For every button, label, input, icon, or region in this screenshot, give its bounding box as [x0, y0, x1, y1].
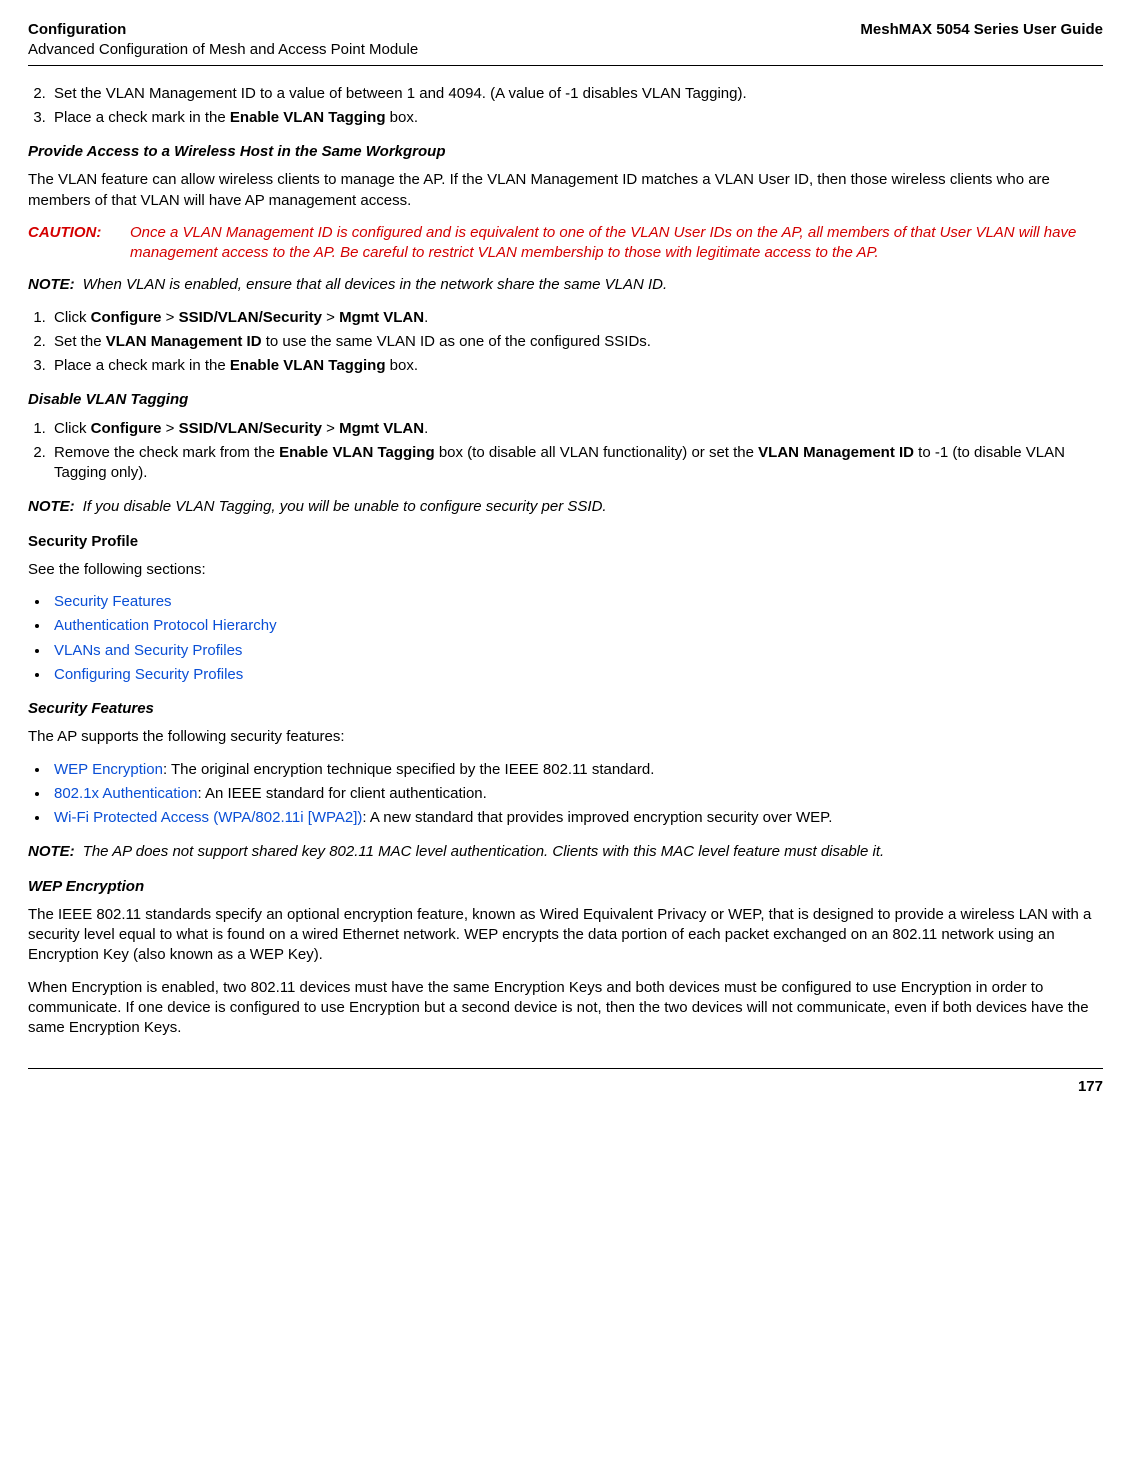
security-features-heading: Security Features — [28, 699, 1103, 719]
note-1-label: NOTE: — [28, 275, 75, 295]
wep-para-2: When Encryption is enabled, two 802.11 d… — [28, 978, 1103, 1039]
list2-item3-pre: Place a check mark in the — [54, 357, 230, 374]
numbered-list-1: Set the VLAN Management ID to a value of… — [28, 84, 1103, 129]
page-footer: 177 — [28, 1068, 1103, 1097]
header-left: Configuration Advanced Configuration of … — [28, 20, 418, 61]
wep-encryption-heading: WEP Encryption — [28, 877, 1103, 897]
note-1: NOTE: When VLAN is enabled, ensure that … — [28, 275, 1103, 295]
list3-item2-b2: VLAN Management ID — [758, 444, 914, 461]
list2-item1: Click Configure > SSID/VLAN/Security > M… — [50, 308, 1103, 328]
note-3-label: NOTE: — [28, 842, 75, 862]
caution-label: CAUTION: — [28, 223, 120, 264]
link-item-2: Authentication Protocol Hierarchy — [50, 616, 1103, 636]
link-item-1: Security Features — [50, 592, 1103, 612]
feature-8021x: 802.1x Authentication: An IEEE standard … — [50, 784, 1103, 804]
list2-item2: Set the VLAN Management ID to use the sa… — [50, 332, 1103, 352]
security-profile-heading: Security Profile — [28, 532, 1103, 552]
list3-item1-b2: SSID/VLAN/Security — [179, 420, 322, 437]
link-vlans-profiles[interactable]: VLANs and Security Profiles — [54, 642, 242, 659]
numbered-list-3: Click Configure > SSID/VLAN/Security > M… — [28, 419, 1103, 484]
list3-item2: Remove the check mark from the Enable VL… — [50, 443, 1103, 484]
list2-item2-post: to use the same VLAN ID as one of the co… — [262, 333, 651, 350]
list3-item2-mid: box (to disable all VLAN functionality) … — [435, 444, 759, 461]
list2-item1-pre: Click — [54, 309, 91, 326]
list1-item2: Set the VLAN Management ID to a value of… — [50, 84, 1103, 104]
list3-item1-sep1: > — [162, 420, 179, 437]
link-security-features[interactable]: Security Features — [54, 593, 172, 610]
list3-item1-b3: Mgmt VLAN — [339, 420, 424, 437]
list2-item1-sep1: > — [162, 309, 179, 326]
note-2-label: NOTE: — [28, 497, 75, 517]
header-right: MeshMAX 5054 Series User Guide — [860, 20, 1103, 40]
list2-item3: Place a check mark in the Enable VLAN Ta… — [50, 356, 1103, 376]
list3-item2-pre: Remove the check mark from the — [54, 444, 279, 461]
list2-item1-b2: SSID/VLAN/Security — [179, 309, 322, 326]
feature-wpa: Wi-Fi Protected Access (WPA/802.11i [WPA… — [50, 808, 1103, 828]
list3-item1-sep2: > — [322, 420, 339, 437]
link-list: Security Features Authentication Protoco… — [28, 592, 1103, 685]
list2-item1-sep2: > — [322, 309, 339, 326]
list2-item2-pre: Set the — [54, 333, 106, 350]
list1-item3-pre: Place a check mark in the — [54, 109, 230, 126]
feature-8021x-rest: : An IEEE standard for client authentica… — [197, 785, 486, 802]
list1-item3-post: box. — [385, 109, 418, 126]
link-wep-encryption[interactable]: WEP Encryption — [54, 761, 163, 778]
page-header: Configuration Advanced Configuration of … — [28, 20, 1103, 66]
link-wpa[interactable]: Wi-Fi Protected Access (WPA/802.11i [WPA… — [54, 809, 362, 826]
caution-body: Once a VLAN Management ID is configured … — [130, 223, 1103, 264]
security-profile-intro: See the following sections: — [28, 560, 1103, 580]
feature-wep-rest: : The original encryption technique spec… — [163, 761, 654, 778]
list2-item1-post: . — [424, 309, 428, 326]
note-2-body: If you disable VLAN Tagging, you will be… — [83, 497, 1103, 517]
list3-item1: Click Configure > SSID/VLAN/Security > M… — [50, 419, 1103, 439]
page-number: 177 — [1078, 1078, 1103, 1095]
list1-item2-text: Set the VLAN Management ID to a value of… — [54, 85, 747, 102]
header-left-line1: Configuration — [28, 20, 418, 40]
list2-item1-b1: Configure — [91, 309, 162, 326]
list1-item3: Place a check mark in the Enable VLAN Ta… — [50, 108, 1103, 128]
list2-item3-b: Enable VLAN Tagging — [230, 357, 386, 374]
list1-item3-bold: Enable VLAN Tagging — [230, 109, 386, 126]
list3-item2-b1: Enable VLAN Tagging — [279, 444, 435, 461]
list2-item2-b: VLAN Management ID — [106, 333, 262, 350]
provide-access-heading: Provide Access to a Wireless Host in the… — [28, 142, 1103, 162]
link-config-profiles[interactable]: Configuring Security Profiles — [54, 666, 243, 683]
note-3-body: The AP does not support shared key 802.1… — [83, 842, 1103, 862]
feature-wpa-rest: : A new standard that provides improved … — [362, 809, 832, 826]
features-list: WEP Encryption: The original encryption … — [28, 760, 1103, 829]
header-left-line2: Advanced Configuration of Mesh and Acces… — [28, 40, 418, 60]
link-item-4: Configuring Security Profiles — [50, 665, 1103, 685]
list3-item1-b1: Configure — [91, 420, 162, 437]
numbered-list-2: Click Configure > SSID/VLAN/Security > M… — [28, 308, 1103, 377]
link-8021x-auth[interactable]: 802.1x Authentication — [54, 785, 197, 802]
security-features-intro: The AP supports the following security f… — [28, 727, 1103, 747]
list2-item3-post: box. — [385, 357, 418, 374]
caution-block: CAUTION: Once a VLAN Management ID is co… — [28, 223, 1103, 264]
provide-access-para: The VLAN feature can allow wireless clie… — [28, 170, 1103, 211]
list3-item1-post: . — [424, 420, 428, 437]
link-auth-hierarchy[interactable]: Authentication Protocol Hierarchy — [54, 617, 277, 634]
note-3: NOTE: The AP does not support shared key… — [28, 842, 1103, 862]
wep-para-1: The IEEE 802.11 standards specify an opt… — [28, 905, 1103, 966]
note-2: NOTE: If you disable VLAN Tagging, you w… — [28, 497, 1103, 517]
note-1-body: When VLAN is enabled, ensure that all de… — [83, 275, 1103, 295]
list2-item1-b3: Mgmt VLAN — [339, 309, 424, 326]
disable-vlan-heading: Disable VLAN Tagging — [28, 390, 1103, 410]
list3-item1-pre: Click — [54, 420, 91, 437]
feature-wep: WEP Encryption: The original encryption … — [50, 760, 1103, 780]
link-item-3: VLANs and Security Profiles — [50, 641, 1103, 661]
